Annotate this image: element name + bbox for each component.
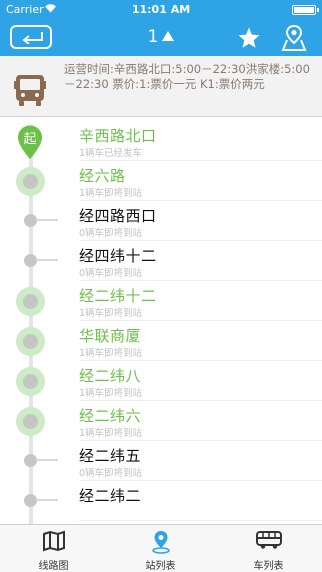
stop-row[interactable]: 经二纬六 1辆车即将到站 xyxy=(0,401,322,441)
stop-marker-icon xyxy=(24,494,58,507)
stop-name: 经二纬五 xyxy=(79,447,142,465)
tab-bus-list[interactable]: 车列表 xyxy=(215,525,322,572)
stop-row[interactable]: 经六路 1辆车即将到站 xyxy=(0,161,322,201)
start-marker-icon: 起 xyxy=(16,124,44,160)
map-location-icon[interactable] xyxy=(281,24,307,52)
tab-route-map[interactable]: 线路图 xyxy=(0,525,107,572)
stop-name: 经二纬二 xyxy=(79,487,142,505)
stop-marker-icon xyxy=(24,454,58,467)
stop-marker-active-icon xyxy=(16,407,45,436)
stop-row[interactable]: 经二纬二 xyxy=(0,481,322,521)
start-marker-label: 起 xyxy=(23,132,36,147)
stop-marker-active-icon xyxy=(16,167,45,196)
stop-bus-status: 1辆车即将到站 xyxy=(79,348,143,359)
stop-name: 经二纬十二 xyxy=(79,287,157,305)
stop-name: 经四路西口 xyxy=(79,207,157,225)
stop-row[interactable]: 华联商厦 1辆车即将到站 xyxy=(0,321,322,361)
nav-bar: 1 xyxy=(0,20,322,56)
route-info-panel: 运营时间:辛西路北口:5:00－22:30洪家楼:5:00－22:30 票价:1… xyxy=(0,56,322,117)
tab-stop-list[interactable]: 站列表 xyxy=(107,525,214,572)
stop-name: 华联商厦 xyxy=(79,327,142,345)
stop-bus-status: 1辆车即将到站 xyxy=(79,388,143,399)
route-selector[interactable]: 1 xyxy=(0,27,322,47)
route-number: 1 xyxy=(147,27,159,47)
status-bar: Carrier 11:01 AM xyxy=(0,0,322,20)
clock: 11:01 AM xyxy=(131,3,191,16)
tab-label: 站列表 xyxy=(145,561,176,572)
tab-label: 车列表 xyxy=(253,561,284,572)
stop-marker-icon xyxy=(24,254,58,267)
stop-bus-status: 1辆车即将到站 xyxy=(79,188,143,199)
stop-bus-status: 1辆车已经发车 xyxy=(79,148,143,159)
tab-bar: 线路图 站列表 车列表 xyxy=(0,524,322,572)
operating-info-text: 运营时间:辛西路北口:5:00－22:30洪家楼:5:00－22:30 票价:1… xyxy=(64,62,310,91)
favorite-star-icon[interactable] xyxy=(237,26,261,50)
stop-marker-active-icon xyxy=(16,287,45,316)
stop-marker-icon xyxy=(24,214,58,227)
stop-name: 经二纬六 xyxy=(79,407,142,425)
stop-bus-status: 1辆车即将到站 xyxy=(79,428,143,439)
stop-row[interactable]: 起 辛西路北口 1辆车已经发车 xyxy=(0,121,322,161)
stop-name: 辛西路北口 xyxy=(79,127,157,145)
stop-row[interactable]: 经二纬八 1辆车即将到站 xyxy=(0,361,322,401)
stop-row[interactable]: 经二纬五 0辆车即将到站 xyxy=(0,441,322,481)
map-icon xyxy=(0,530,107,552)
stop-row[interactable]: 经二纬十二 1辆车即将到站 xyxy=(0,281,322,321)
battery-icon xyxy=(292,5,319,15)
stop-bus-status: 0辆车即将到站 xyxy=(79,468,143,479)
stop-row[interactable]: 经四路西口 0辆车即将到站 xyxy=(0,201,322,241)
tab-label: 线路图 xyxy=(38,561,69,572)
stop-bus-status: 1辆车即将到站 xyxy=(79,308,143,319)
stop-list[interactable]: 起辛西路北口 1辆车已经发车 经六路 1辆车即将到站 经四路西口 0辆车即将到站 经四纬十二… xyxy=(0,117,322,524)
bus-icon xyxy=(14,73,46,107)
stop-name: 经六路 xyxy=(79,167,126,185)
stop-row[interactable]: 经四纬十二 0辆车即将到站 xyxy=(0,241,322,281)
triangle-up-icon xyxy=(162,31,175,41)
stop-bus-status: 0辆车即将到站 xyxy=(79,268,143,279)
row-divider xyxy=(79,520,322,521)
location-pin-icon xyxy=(107,530,214,554)
stop-marker-active-icon xyxy=(16,367,45,396)
stop-marker-active-icon xyxy=(16,327,45,356)
stop-bus-status: 0辆车即将到站 xyxy=(79,228,143,239)
stop-name: 经二纬八 xyxy=(79,367,142,385)
stop-name: 经四纬十二 xyxy=(79,247,157,265)
bus-icon xyxy=(215,530,322,552)
